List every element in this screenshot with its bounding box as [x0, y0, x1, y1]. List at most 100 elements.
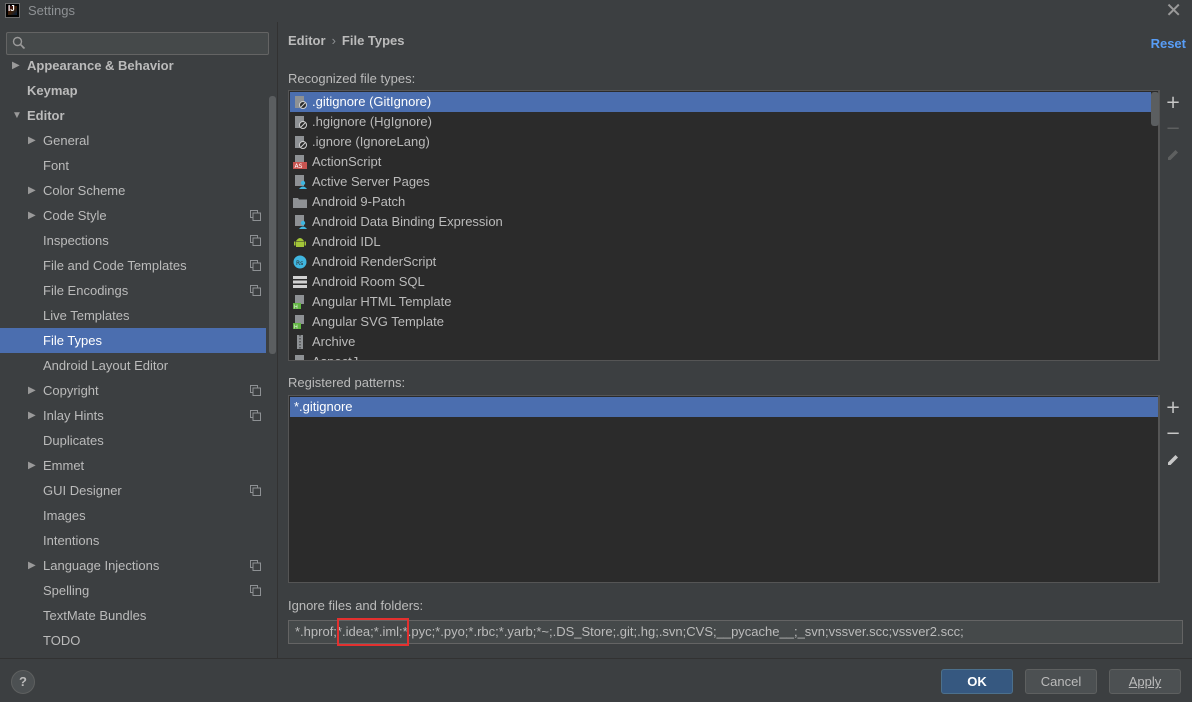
- registered-patterns-list[interactable]: *.gitignore: [288, 395, 1159, 583]
- annotation-highlight: [337, 618, 409, 646]
- settings-tree: ▶ Appearance & Behavior Keymap ▼ Editor ▶ Gene…: [0, 58, 266, 658]
- file-type-label: Android RenderScript: [312, 254, 437, 269]
- sidebar-item-file-types[interactable]: File Types: [0, 328, 266, 353]
- close-window-icon[interactable]: ✕: [1165, 0, 1182, 20]
- file-type-row[interactable]: Android Room SQL: [290, 272, 1151, 292]
- file-type-row[interactable]: H Angular HTML Template: [290, 292, 1151, 312]
- collapsed-arrow-icon[interactable]: ▶: [28, 128, 38, 153]
- sidebar-item-images[interactable]: Images: [0, 503, 266, 528]
- sidebar-item-inspections[interactable]: Inspections: [0, 228, 266, 253]
- project-settings-icon: [250, 285, 261, 296]
- sidebar-item-font[interactable]: Font: [0, 153, 266, 178]
- title-bar: IJ Settings ✕: [0, 0, 1192, 22]
- sidebar-item-appearance-behavior[interactable]: ▶ Appearance & Behavior: [0, 58, 266, 78]
- svg-text:H: H: [294, 325, 298, 330]
- file-type-label: AspectJ: [312, 352, 358, 360]
- search-icon: [12, 36, 26, 50]
- sidebar-item-file-encodings[interactable]: File Encodings: [0, 278, 266, 303]
- edit-file-type-icon[interactable]: [1165, 147, 1181, 163]
- pattern-row[interactable]: *.gitignore: [290, 397, 1158, 417]
- sidebar-item-label: TODO: [43, 633, 81, 648]
- project-settings-icon: [250, 585, 261, 596]
- collapsed-arrow-icon[interactable]: ▶: [28, 403, 38, 428]
- apply-button-label: Apply: [1128, 674, 1162, 689]
- collapsed-arrow-icon[interactable]: ▶: [28, 378, 38, 403]
- file-type-row[interactable]: H Angular SVG Template: [290, 312, 1151, 332]
- sidebar-item-todo[interactable]: TODO: [0, 628, 266, 653]
- sidebar-item-android-layout-editor[interactable]: Android Layout Editor: [0, 353, 266, 378]
- apply-button[interactable]: Apply: [1109, 669, 1181, 694]
- sidebar-item-live-templates[interactable]: Live Templates: [0, 303, 266, 328]
- git-file-icon: [295, 96, 307, 109]
- breadcrumb-parent: Editor: [288, 33, 326, 48]
- remove-pattern-icon[interactable]: −: [1165, 425, 1181, 443]
- file-type-row[interactable]: Android IDL: [290, 232, 1151, 252]
- sidebar-scrollbar-thumb[interactable]: [269, 96, 276, 354]
- sidebar-item-duplicates[interactable]: Duplicates: [0, 428, 266, 453]
- project-settings-icon: [250, 485, 261, 496]
- help-button[interactable]: ?: [11, 670, 35, 694]
- sidebar-item-file-and-code-templates[interactable]: File and Code Templates: [0, 253, 266, 278]
- file-type-row[interactable]: .hgignore (HgIgnore): [290, 112, 1151, 132]
- project-settings-icon: [250, 560, 261, 571]
- sidebar-item-keymap[interactable]: Keymap: [0, 78, 266, 103]
- window-title: Settings: [28, 3, 75, 18]
- registered-patterns-label: Registered patterns:: [288, 375, 406, 390]
- file-type-label: Android 9-Patch: [312, 194, 406, 209]
- file-type-row[interactable]: Android Data Binding Expression: [290, 212, 1151, 232]
- file-types-scrollbar-thumb[interactable]: [1151, 92, 1159, 126]
- panel-divider[interactable]: [277, 22, 278, 658]
- aspectj-icon: [295, 355, 304, 360]
- sidebar-item-copyright[interactable]: ▶ Copyright: [0, 378, 266, 403]
- sidebar-item-language-injections[interactable]: ▶ Language Injections: [0, 553, 266, 578]
- actionscript-icon: AS: [293, 155, 307, 169]
- file-type-row[interactable]: .gitignore (GitIgnore): [290, 92, 1151, 112]
- cancel-button[interactable]: Cancel: [1025, 669, 1097, 694]
- sidebar-item-spelling[interactable]: Spelling: [0, 578, 266, 603]
- sidebar-item-label: Color Scheme: [43, 183, 126, 198]
- file-type-row[interactable]: AspectJ: [290, 352, 1151, 360]
- breadcrumb-current: File Types: [341, 33, 405, 48]
- collapsed-arrow-icon[interactable]: ▶: [28, 203, 38, 228]
- file-type-row[interactable]: .ignore (IgnoreLang): [290, 132, 1151, 152]
- sidebar-item-inlay-hints[interactable]: ▶ Inlay Hints: [0, 403, 266, 428]
- ignore-files-input[interactable]: *.hprof;*.idea;*.iml;*.pyc;*.pyo;*.rbc;*…: [288, 620, 1183, 644]
- file-type-row[interactable]: AS ActionScript: [290, 152, 1151, 172]
- file-type-row[interactable]: Active Server Pages: [290, 172, 1151, 192]
- sidebar-item-color-scheme[interactable]: ▶ Color Scheme: [0, 178, 266, 203]
- sidebar-item-textmate-bundles[interactable]: TextMate Bundles: [0, 603, 266, 628]
- svg-text:H: H: [294, 305, 298, 310]
- collapsed-arrow-icon[interactable]: ▶: [12, 58, 22, 78]
- recognized-file-types-list[interactable]: .gitignore (GitIgnore) .hgignore (HgIgnor…: [288, 90, 1159, 361]
- collapsed-arrow-icon[interactable]: ▶: [28, 178, 38, 203]
- patterns-toolbar: + −: [1159, 395, 1185, 583]
- sidebar-item-code-style[interactable]: ▶ Code Style: [0, 203, 266, 228]
- remove-file-type-icon[interactable]: −: [1165, 120, 1181, 138]
- file-type-row[interactable]: Archive: [290, 332, 1151, 352]
- ignore-file-icon: [295, 136, 307, 149]
- sidebar-item-label: Language Injections: [43, 558, 160, 573]
- project-settings-icon: [250, 410, 261, 421]
- file-type-row[interactable]: Rs Android RenderScript: [290, 252, 1151, 272]
- search-input[interactable]: [33, 35, 263, 52]
- sidebar-item-label: File and Code Templates: [43, 258, 187, 273]
- reset-link[interactable]: Reset: [1151, 36, 1186, 51]
- sidebar-item-general[interactable]: ▶ General: [0, 128, 266, 153]
- ignore-files-label: Ignore files and folders:: [288, 598, 424, 613]
- edit-pattern-icon[interactable]: [1165, 452, 1181, 468]
- sidebar-item-editor[interactable]: ▼ Editor: [0, 103, 266, 128]
- sidebar-item-emmet[interactable]: ▶ Emmet: [0, 453, 266, 478]
- collapsed-arrow-icon[interactable]: ▶: [28, 453, 38, 478]
- expanded-arrow-icon[interactable]: ▼: [12, 103, 22, 128]
- settings-search[interactable]: [6, 32, 269, 55]
- ok-button[interactable]: OK: [941, 669, 1013, 694]
- project-settings-icon: [250, 210, 261, 221]
- sidebar-item-label: Editor: [27, 108, 65, 123]
- collapsed-arrow-icon[interactable]: ▶: [28, 553, 38, 578]
- sidebar-item-intentions[interactable]: Intentions: [0, 528, 266, 553]
- recognized-file-types-label: Recognized file types:: [288, 71, 416, 86]
- sidebar-item-gui-designer[interactable]: GUI Designer: [0, 478, 266, 503]
- add-file-type-icon[interactable]: +: [1165, 94, 1181, 112]
- add-pattern-icon[interactable]: +: [1165, 399, 1181, 417]
- file-type-row[interactable]: Android 9-Patch: [290, 192, 1151, 212]
